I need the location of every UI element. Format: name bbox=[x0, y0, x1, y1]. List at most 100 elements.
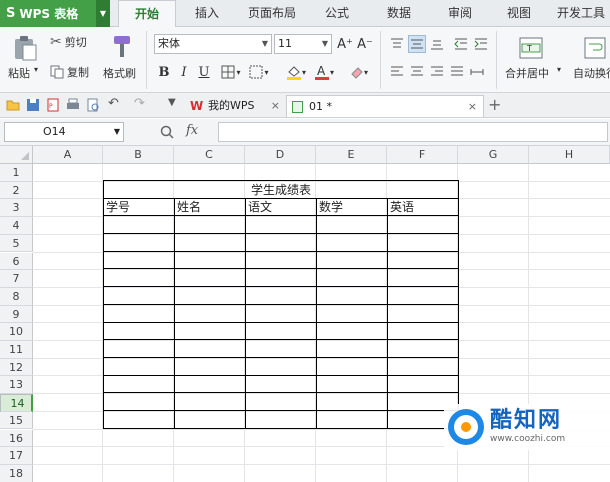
table-cell[interactable] bbox=[316, 339, 388, 358]
table-cell[interactable] bbox=[316, 268, 388, 288]
tab-review[interactable]: 审阅 bbox=[437, 0, 483, 27]
font-name-select[interactable]: 宋体 ▼ bbox=[154, 34, 272, 54]
row-header[interactable]: 11 bbox=[0, 341, 33, 359]
bold-button[interactable]: B bbox=[156, 63, 172, 81]
table-cell[interactable] bbox=[245, 321, 317, 341]
tab-formulas[interactable]: 公式 bbox=[314, 0, 360, 27]
save-icon[interactable] bbox=[26, 98, 40, 112]
print-preview-icon[interactable] bbox=[86, 98, 100, 112]
table-cell[interactable] bbox=[174, 392, 246, 411]
table-cell[interactable] bbox=[174, 409, 246, 429]
table-cell[interactable] bbox=[316, 321, 388, 341]
table-cell[interactable] bbox=[387, 233, 459, 252]
distribute-button[interactable] bbox=[468, 63, 486, 81]
tab-page-layout[interactable]: 页面布局 bbox=[240, 0, 304, 27]
column-header[interactable]: A bbox=[33, 146, 103, 164]
table-cell[interactable] bbox=[316, 250, 388, 270]
tab-home[interactable]: 开始 bbox=[118, 0, 176, 28]
cell-style-button[interactable]: ▾ bbox=[248, 63, 270, 81]
table-cell[interactable] bbox=[387, 286, 459, 305]
close-icon[interactable]: × bbox=[271, 95, 280, 117]
chevron-down-icon[interactable]: ▼ bbox=[96, 0, 110, 27]
paste-button[interactable] bbox=[8, 33, 42, 63]
row-header[interactable]: 17 bbox=[0, 447, 33, 465]
align-bottom-button[interactable] bbox=[428, 35, 446, 53]
table-cell[interactable] bbox=[387, 321, 459, 341]
row-header[interactable]: 2 bbox=[0, 181, 33, 200]
row-header[interactable]: 7 bbox=[0, 270, 33, 288]
customize-dropdown-icon[interactable]: ▼ bbox=[168, 97, 182, 111]
table-cell[interactable] bbox=[316, 303, 388, 323]
table-cell[interactable] bbox=[316, 286, 388, 305]
table-cell[interactable] bbox=[387, 339, 459, 358]
table-cell[interactable] bbox=[245, 356, 317, 376]
table-cell[interactable] bbox=[316, 392, 388, 411]
row-header[interactable]: 3 bbox=[0, 199, 33, 218]
table-cell[interactable] bbox=[174, 303, 246, 323]
align-left-button[interactable] bbox=[388, 63, 406, 81]
table-cell[interactable] bbox=[103, 303, 175, 323]
table-cell[interactable] bbox=[103, 356, 175, 376]
row-header[interactable]: 16 bbox=[0, 429, 33, 448]
doc-tab-01[interactable]: 01 * × bbox=[286, 95, 484, 117]
open-folder-icon[interactable] bbox=[6, 98, 20, 112]
undo-icon[interactable]: ↶ bbox=[108, 96, 122, 111]
chevron-down-icon[interactable]: ▾ bbox=[557, 65, 561, 74]
table-cell[interactable] bbox=[103, 286, 175, 305]
row-header[interactable]: 6 bbox=[0, 252, 33, 271]
align-center-button[interactable] bbox=[408, 63, 426, 81]
app-menu-button[interactable]: S WPS 表格 ▼ bbox=[0, 0, 110, 27]
tab-insert[interactable]: 插入 bbox=[182, 0, 232, 27]
underline-button[interactable]: U bbox=[196, 63, 212, 81]
italic-button[interactable]: I bbox=[176, 63, 192, 81]
header-chinese[interactable]: 语文 bbox=[245, 197, 317, 217]
font-size-select[interactable]: 11 ▼ bbox=[274, 34, 332, 54]
table-cell[interactable] bbox=[387, 215, 459, 235]
new-tab-plus-icon[interactable]: + bbox=[488, 95, 501, 114]
table-cell[interactable] bbox=[245, 268, 317, 288]
table-cell[interactable] bbox=[174, 233, 246, 252]
table-cell[interactable] bbox=[103, 339, 175, 358]
table-cell[interactable] bbox=[387, 374, 459, 394]
table-cell[interactable] bbox=[103, 233, 175, 252]
tab-view[interactable]: 视图 bbox=[496, 0, 542, 27]
fill-color-button[interactable]: ▾ bbox=[284, 63, 308, 81]
table-cell[interactable] bbox=[245, 215, 317, 235]
table-cell[interactable] bbox=[103, 409, 175, 429]
column-header[interactable]: G bbox=[458, 146, 529, 164]
table-cell[interactable] bbox=[103, 321, 175, 341]
column-header[interactable]: D bbox=[245, 146, 316, 164]
align-middle-button[interactable] bbox=[408, 35, 426, 53]
table-cell[interactable] bbox=[103, 268, 175, 288]
function-fx-button[interactable]: fx bbox=[186, 123, 198, 138]
row-header[interactable]: 5 bbox=[0, 234, 33, 253]
table-cell[interactable] bbox=[387, 250, 459, 270]
decrease-font-button[interactable]: A⁻ bbox=[356, 35, 374, 53]
select-all-corner[interactable] bbox=[0, 146, 33, 164]
borders-button[interactable]: ▾ bbox=[220, 63, 242, 81]
doc-tab-my-wps[interactable]: W 我的WPS × bbox=[186, 95, 284, 117]
increase-font-button[interactable]: A⁺ bbox=[336, 35, 354, 53]
table-cell[interactable] bbox=[174, 374, 246, 394]
column-header[interactable]: F bbox=[387, 146, 458, 164]
row-header[interactable]: 12 bbox=[0, 358, 33, 377]
name-box[interactable]: O14 ▼ bbox=[4, 122, 124, 142]
table-cell[interactable] bbox=[245, 339, 317, 358]
print-icon[interactable] bbox=[66, 98, 80, 112]
merge-center-button[interactable]: T bbox=[514, 33, 548, 63]
chevron-down-icon[interactable]: ▾ bbox=[34, 65, 38, 74]
row-header[interactable]: 8 bbox=[0, 287, 33, 306]
header-student-id[interactable]: 学号 bbox=[103, 197, 175, 217]
table-cell[interactable] bbox=[316, 356, 388, 376]
table-cell[interactable] bbox=[245, 392, 317, 411]
table-cell[interactable] bbox=[245, 374, 317, 394]
column-header[interactable]: C bbox=[174, 146, 245, 164]
formula-input[interactable] bbox=[218, 122, 608, 142]
row-header[interactable]: 14 bbox=[0, 394, 33, 412]
tab-developer[interactable]: 开发工具 bbox=[552, 0, 610, 27]
table-cell[interactable] bbox=[387, 356, 459, 376]
table-cell[interactable] bbox=[103, 392, 175, 411]
copy-button[interactable]: 复制 bbox=[50, 63, 89, 81]
header-name[interactable]: 姓名 bbox=[174, 197, 246, 217]
row-header[interactable]: 18 bbox=[0, 464, 33, 482]
